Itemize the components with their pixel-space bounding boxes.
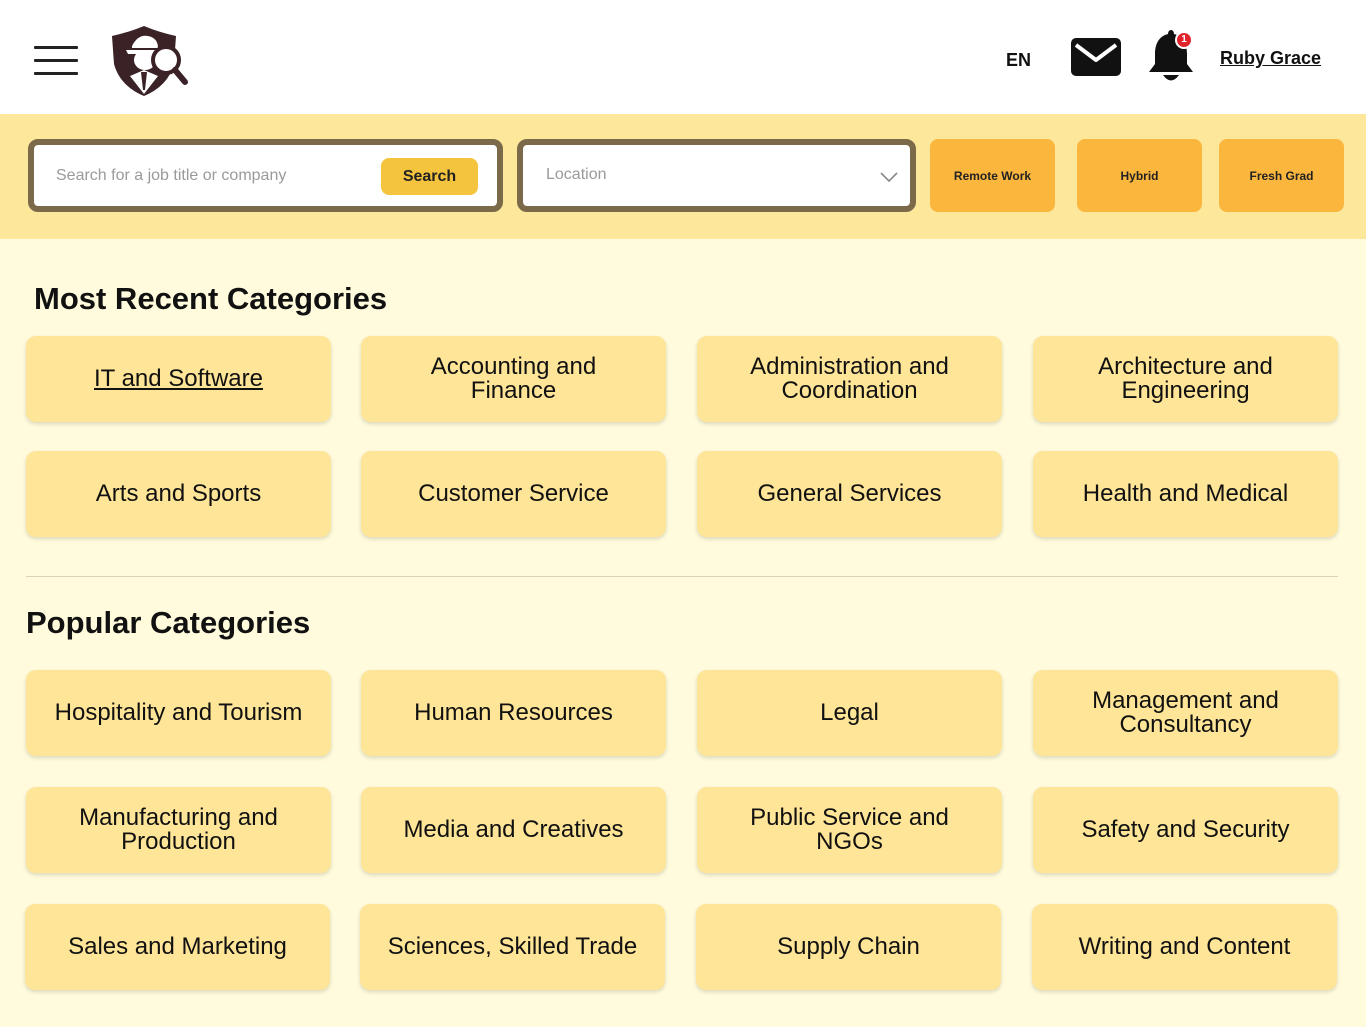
category-card[interactable]: Manufacturing and Production: [26, 787, 331, 873]
category-label: Architecture and Engineering: [1098, 353, 1273, 404]
category-label: Sciences, Skilled Trade: [387, 933, 638, 960]
category-label: Accounting and Finance: [430, 353, 597, 404]
section-divider: [26, 576, 1338, 577]
category-card[interactable]: Sales and Marketing: [25, 904, 330, 990]
category-card[interactable]: Health and Medical: [1033, 451, 1338, 537]
category-label: Manufacturing and Production: [79, 804, 278, 855]
category-label: Legal: [820, 699, 879, 726]
category-card[interactable]: Supply Chain: [696, 904, 1001, 990]
search-filter-bar: Search Location Remote Work Hybrid Fresh…: [0, 114, 1366, 239]
category-card[interactable]: Public Service and NGOs: [697, 787, 1002, 873]
category-label: General Services: [757, 480, 942, 507]
job-search-input[interactable]: [56, 145, 376, 206]
category-label: Customer Service: [418, 480, 609, 507]
filter-hybrid-button[interactable]: Hybrid: [1077, 139, 1202, 212]
category-card[interactable]: Safety and Security: [1033, 787, 1338, 873]
category-label: Supply Chain: [777, 933, 920, 960]
category-label: Health and Medical: [1082, 480, 1289, 507]
category-label: Safety and Security: [1081, 816, 1290, 843]
chevron-down-icon: [880, 172, 898, 183]
category-card[interactable]: Architecture and Engineering: [1033, 336, 1338, 422]
category-card[interactable]: Accounting and Finance: [361, 336, 666, 422]
menu-icon[interactable]: [34, 46, 78, 76]
category-card[interactable]: General Services: [697, 451, 1002, 537]
most-recent-heading: Most Recent Categories: [34, 281, 388, 316]
top-navigation-bar: EN 1 Ruby Grace: [0, 0, 1366, 114]
category-card[interactable]: Hospitality and Tourism: [26, 670, 331, 756]
categories-content: Most Recent Categories IT and Software A…: [0, 239, 1366, 1027]
filter-remote-work-button[interactable]: Remote Work: [930, 139, 1055, 212]
category-card[interactable]: IT and Software: [26, 336, 331, 422]
category-card[interactable]: Arts and Sports: [26, 451, 331, 537]
category-card[interactable]: Customer Service: [361, 451, 666, 537]
language-selector[interactable]: EN: [1006, 50, 1031, 71]
search-button[interactable]: Search: [381, 158, 478, 195]
popular-heading: Popular Categories: [26, 605, 311, 640]
notification-badge: 1: [1175, 31, 1193, 49]
category-label: Sales and Marketing: [68, 933, 287, 960]
category-label: Public Service and NGOs: [750, 804, 949, 855]
category-label: Administration and Coordination: [750, 353, 949, 404]
category-label: Media and Creatives: [403, 816, 624, 843]
category-label: Arts and Sports: [95, 480, 262, 507]
filter-fresh-grad-button[interactable]: Fresh Grad: [1219, 139, 1344, 212]
category-card[interactable]: Legal: [697, 670, 1002, 756]
category-label: IT and Software: [94, 365, 263, 392]
category-card[interactable]: Sciences, Skilled Trade: [360, 904, 665, 990]
category-card[interactable]: Management and Consultancy: [1033, 670, 1338, 756]
category-label: Management and Consultancy: [1092, 687, 1279, 738]
category-card[interactable]: Human Resources: [361, 670, 666, 756]
category-label: Human Resources: [414, 699, 613, 726]
location-dropdown[interactable]: Location: [517, 139, 916, 212]
mail-icon[interactable]: [1071, 38, 1121, 76]
category-label: Writing and Content: [1078, 933, 1291, 960]
job-search-box: Search: [28, 139, 503, 212]
category-card[interactable]: Media and Creatives: [361, 787, 666, 873]
category-card[interactable]: Administration and Coordination: [697, 336, 1002, 422]
user-profile-link[interactable]: Ruby Grace: [1220, 48, 1321, 69]
location-placeholder: Location: [546, 166, 607, 183]
category-label: Hospitality and Tourism: [54, 699, 303, 726]
detective-logo[interactable]: [108, 24, 188, 98]
category-card[interactable]: Writing and Content: [1032, 904, 1337, 990]
